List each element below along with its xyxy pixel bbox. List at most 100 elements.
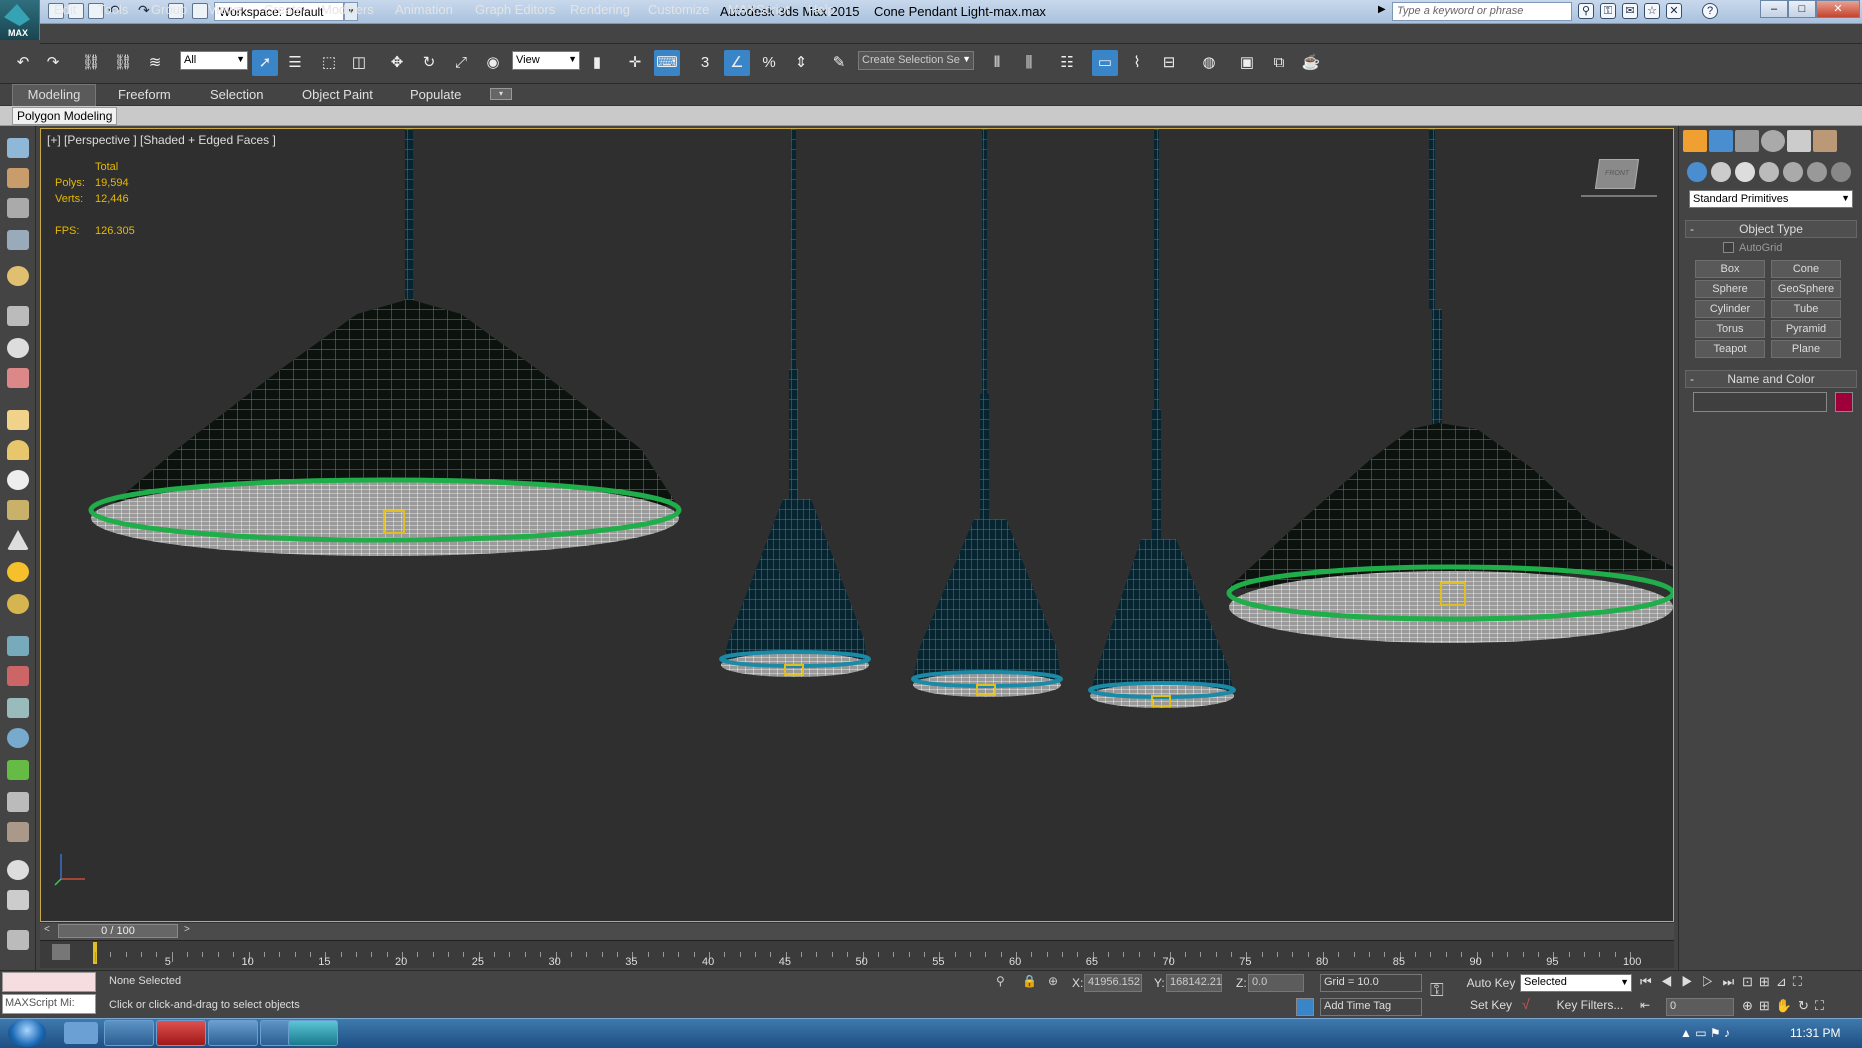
communication-icon[interactable]: ✉ xyxy=(1622,3,1638,19)
viewport-navigation-controls[interactable]: ⊕⊞✋↻⛶ xyxy=(1742,998,1830,1014)
pendant-lamp-tall-1[interactable] xyxy=(719,129,871,677)
orbit-icon[interactable]: ↻ xyxy=(1798,998,1815,1013)
list-icon[interactable] xyxy=(7,930,29,950)
play-icon[interactable]: ▶ xyxy=(1681,974,1702,989)
keyboard-shortcut-override-icon[interactable]: ⌨ xyxy=(654,50,680,76)
align-icon[interactable]: ⫼ xyxy=(1016,50,1042,76)
menu-animation[interactable]: Animation xyxy=(395,2,453,17)
minimize-button[interactable]: – xyxy=(1760,0,1788,18)
x-coordinate-field[interactable]: 41956.152 xyxy=(1084,974,1142,992)
3dsmax-taskbar-icon[interactable] xyxy=(288,1020,338,1046)
white-sphere-icon[interactable] xyxy=(7,860,29,880)
geometry-icon[interactable] xyxy=(1687,162,1707,182)
isolate-selection-icon[interactable]: ⚲ xyxy=(996,974,1005,988)
zoom-icon[interactable]: ⊕ xyxy=(1742,998,1759,1013)
add-time-tag[interactable]: Add Time Tag xyxy=(1320,998,1422,1016)
time-slider-prev-icon[interactable]: < xyxy=(44,924,50,935)
menu-modifiers[interactable]: Modifiers xyxy=(321,2,374,17)
render-frame-icon[interactable] xyxy=(7,168,29,188)
tab-modeling[interactable]: Modeling xyxy=(12,84,96,106)
motion-tab-icon[interactable] xyxy=(1761,130,1785,152)
key-mode-dropdown[interactable]: Selected ▼ xyxy=(1520,974,1632,992)
rotate-icon[interactable]: ↻ xyxy=(416,50,442,76)
chrome-taskbar-icon[interactable] xyxy=(64,1022,98,1044)
scene-geometry[interactable] xyxy=(41,129,1673,921)
named-selection-dropdown[interactable]: Create Selection Se ▼ xyxy=(858,51,974,70)
redo-icon[interactable]: ↷ xyxy=(40,50,66,76)
photoshop-taskbar-icon[interactable] xyxy=(208,1020,258,1046)
subscription-icon[interactable]: ⚿ xyxy=(1600,3,1616,19)
angle-snap-icon[interactable]: ∠ xyxy=(724,50,750,76)
shapes-icon[interactable] xyxy=(7,698,29,718)
autogrid-checkbox[interactable] xyxy=(1723,242,1734,253)
binoculars-icon[interactable]: ⚲ xyxy=(1578,3,1594,19)
render-setup-icon[interactable]: ▣ xyxy=(1234,50,1260,76)
object-name-field[interactable] xyxy=(1693,392,1827,412)
favorites-star-icon[interactable]: ☆ xyxy=(1644,3,1660,19)
pan-icon[interactable]: ✋ xyxy=(1776,998,1798,1013)
field-of-view-icon[interactable]: ⊿ xyxy=(1776,974,1793,989)
scene-explorer-icon[interactable] xyxy=(7,230,29,250)
menu-maxscript[interactable]: MAXScript xyxy=(728,2,789,17)
perspective-viewport[interactable]: [+] [Perspective ] [Shaded + Edged Faces… xyxy=(40,128,1674,922)
bind-to-space-warp-icon[interactable]: ≋ xyxy=(142,50,168,76)
go-to-end-icon[interactable]: ⏭ xyxy=(1723,974,1744,989)
walk-through-icon[interactable]: ⛶ xyxy=(1793,974,1808,989)
menu-help[interactable]: Help xyxy=(808,2,835,17)
document-icon[interactable] xyxy=(7,198,29,218)
toggle-ribbon-icon[interactable]: ▭ xyxy=(1092,50,1118,76)
menu-group[interactable]: Group xyxy=(151,2,187,17)
menu-edit[interactable]: Edit xyxy=(54,2,76,17)
placement-icon[interactable]: ◉ xyxy=(480,50,506,76)
z-coordinate-field[interactable]: 0.0 xyxy=(1248,974,1304,992)
hair-fur-icon[interactable] xyxy=(7,792,29,812)
plane-icon[interactable] xyxy=(7,410,29,430)
pivot-center-icon[interactable]: ▮ xyxy=(584,50,610,76)
key-filters-button[interactable]: Key Filters... xyxy=(1548,996,1632,1014)
globe-icon[interactable] xyxy=(7,728,29,748)
playback-controls[interactable]: ⏮◀▶▷⏭ xyxy=(1640,974,1743,990)
time-slider[interactable] xyxy=(40,922,1674,940)
zoom-all-icon[interactable]: ⊞ xyxy=(1759,998,1776,1013)
dynamics-icon[interactable] xyxy=(7,666,29,686)
auto-key-button[interactable]: Auto Key xyxy=(1466,974,1516,992)
geosphere-button[interactable]: GeoSphere xyxy=(1771,280,1841,298)
create-tab-icon[interactable] xyxy=(1683,130,1707,152)
pendant-lamp-tall-3[interactable] xyxy=(1088,129,1236,708)
primitive-category-dropdown[interactable]: Standard Primitives ▼ xyxy=(1689,190,1853,208)
spinner-snap-icon[interactable]: ⇕ xyxy=(788,50,814,76)
help-icon[interactable]: ? xyxy=(1702,3,1718,19)
cylinder-button[interactable]: Cylinder xyxy=(1695,300,1765,318)
object-type-rollout[interactable]: - Object Type xyxy=(1685,220,1857,238)
select-and-link-icon[interactable]: ⛓ xyxy=(78,50,104,76)
close-window-button[interactable]: ✕ xyxy=(1816,0,1860,18)
cameras-icon[interactable] xyxy=(1759,162,1779,182)
time-slider-next-icon[interactable]: > xyxy=(184,924,190,935)
zoom-extents-all-icon[interactable]: ⊞ xyxy=(1759,974,1776,989)
modify-tab-icon[interactable] xyxy=(1709,130,1733,152)
zoom-extents-icon[interactable]: ⊡ xyxy=(1742,974,1759,989)
start-button[interactable] xyxy=(8,1019,46,1047)
cone-button[interactable]: Cone xyxy=(1771,260,1841,278)
mirror-icon[interactable]: ⫴ xyxy=(984,50,1010,76)
render-production-icon[interactable]: ☕ xyxy=(1298,50,1324,76)
pendant-lamp-large-right[interactable] xyxy=(1226,129,1673,643)
rotate-view-icon[interactable] xyxy=(7,338,29,358)
explorer-taskbar-icon[interactable] xyxy=(104,1020,154,1046)
lights-icon[interactable] xyxy=(1735,162,1755,182)
hierarchy-tab-icon[interactable] xyxy=(1735,130,1759,152)
menu-graph-editors[interactable]: Graph Editors xyxy=(475,2,555,17)
menu-create[interactable]: Create xyxy=(264,2,303,17)
search-input[interactable]: Type a keyword or phrase xyxy=(1392,2,1572,21)
taskbar-clock[interactable]: 11:31 PM xyxy=(1790,1026,1840,1040)
name-and-color-rollout[interactable]: - Name and Color xyxy=(1685,370,1857,388)
app-menu-button[interactable]: MAX xyxy=(0,0,40,40)
key-mode-toggle-icon[interactable]: ⇤ xyxy=(1640,998,1650,1012)
mini-curve-editor-icon[interactable] xyxy=(52,944,70,960)
set-key-tangent-icon[interactable]: √ xyxy=(1522,996,1530,1012)
menu-customize[interactable]: Customize xyxy=(648,2,709,17)
light-bulb-icon[interactable] xyxy=(7,266,29,286)
time-tag-icon[interactable] xyxy=(1296,998,1314,1016)
maxscript-mini-listener[interactable]: MAXScript Mi: xyxy=(2,994,96,1014)
film-reel-icon[interactable] xyxy=(7,368,29,388)
